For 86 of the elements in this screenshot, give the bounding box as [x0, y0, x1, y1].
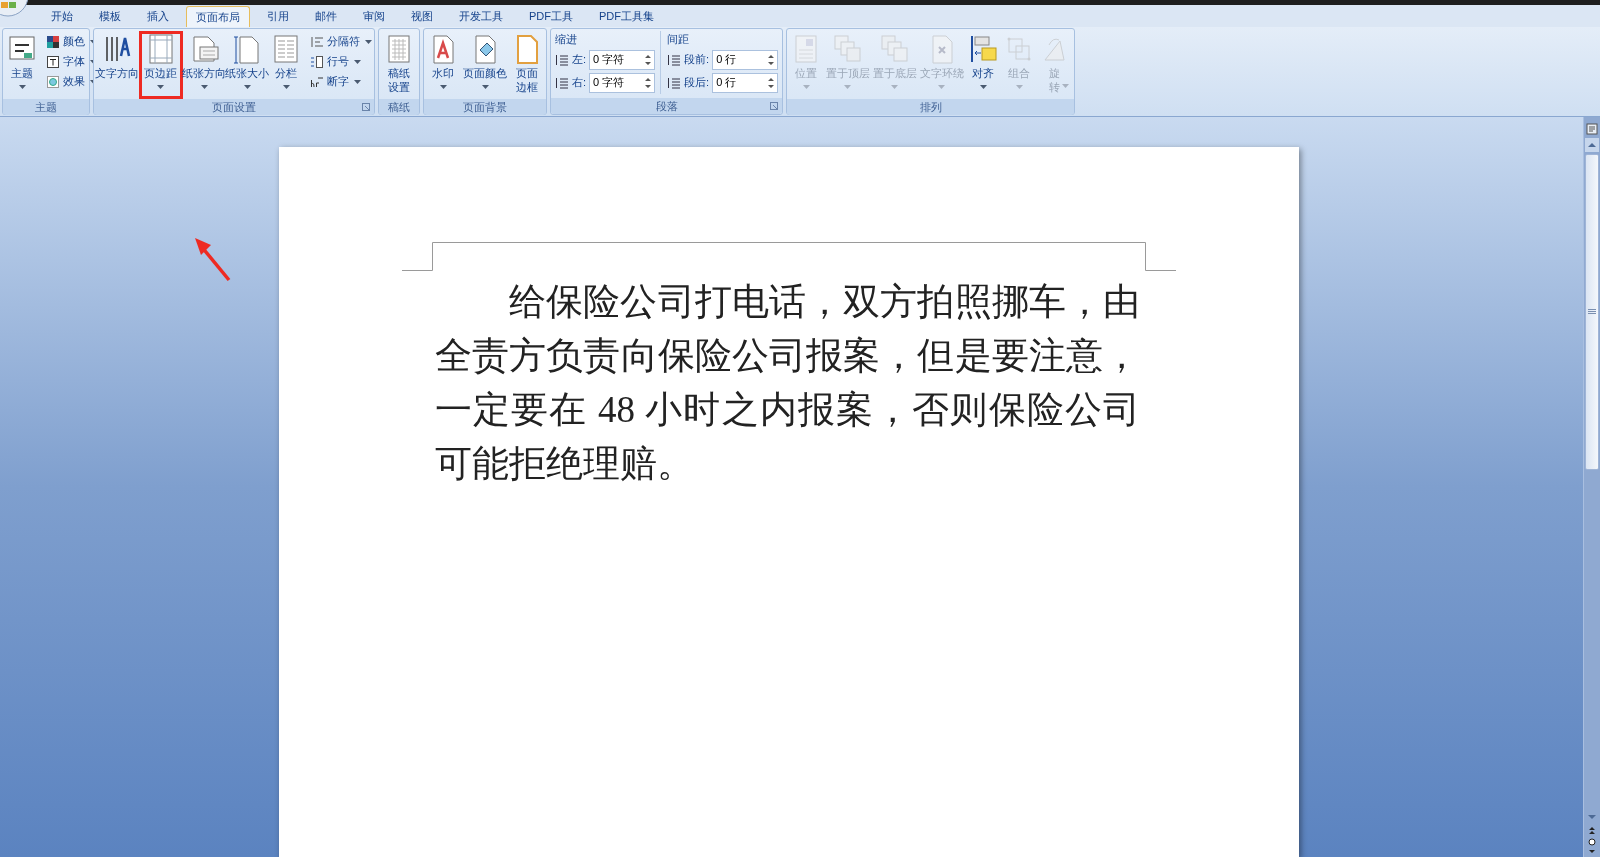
spinner-icon[interactable]	[644, 52, 653, 67]
field-label: 段后:	[684, 75, 710, 91]
caret-icon	[1015, 85, 1023, 89]
group-label: 页面设置	[212, 99, 256, 115]
caret-icon	[891, 85, 899, 89]
ribbon-button[interactable]: 页面边框	[509, 31, 544, 99]
section-label: 缩进	[555, 32, 578, 47]
hyphenation-icon	[310, 74, 324, 89]
spinner-icon[interactable]	[767, 52, 776, 67]
browse-object-icon[interactable]	[1585, 836, 1599, 848]
caret-icon	[354, 79, 361, 84]
ribbon-button[interactable]: 水印	[426, 31, 461, 99]
ribbon-button[interactable]: 稿纸设置	[381, 31, 417, 99]
spin-field[interactable]: 0 字符	[589, 72, 656, 93]
caret-icon	[365, 39, 372, 44]
ribbon-button[interactable]: 纸张大小	[226, 31, 268, 99]
group-label: 主题	[35, 99, 57, 115]
caret-icon	[439, 85, 447, 89]
indent-right-icon	[555, 76, 569, 89]
caret-icon	[1062, 84, 1069, 88]
ribbon-button[interactable]: 断字	[310, 72, 372, 91]
ribbon-tab[interactable]: 审阅	[353, 6, 395, 27]
spin-field[interactable]: 0 行	[712, 72, 779, 93]
caret-icon	[938, 85, 946, 89]
ribbon-tab[interactable]: 页面布局	[186, 6, 250, 27]
spacing-after-icon	[667, 76, 682, 89]
field-label: 段前:	[684, 52, 710, 68]
section-label: 间距	[667, 32, 691, 47]
field-label: 右:	[572, 75, 587, 91]
spinner-icon[interactable]	[767, 75, 776, 90]
effects-icon	[46, 74, 60, 89]
spinner-icon[interactable]	[644, 75, 653, 90]
ribbon-tab[interactable]: PDF工具	[519, 6, 583, 27]
ribbon-button[interactable]: 行号	[310, 52, 372, 71]
grip-icon	[1588, 309, 1596, 315]
caret-icon	[243, 85, 251, 89]
caret-icon	[354, 59, 361, 64]
group-label: 页面背景	[463, 99, 507, 115]
dialog-launcher-icon[interactable]	[770, 102, 778, 110]
ribbon-button[interactable]: 页边距	[138, 31, 183, 99]
ribbon-button[interactable]: 分隔符	[310, 32, 372, 51]
ribbon-tab[interactable]: 视图	[401, 6, 443, 27]
ruler-toggle-icon[interactable]	[1586, 123, 1598, 135]
caret-icon	[802, 85, 810, 89]
line-numbers-icon	[310, 54, 324, 69]
caret-icon	[18, 85, 26, 89]
ribbon-tab[interactable]: 插入	[137, 6, 179, 27]
fonts-icon	[46, 54, 60, 69]
ribbon-button[interactable]: 主题	[5, 31, 39, 99]
caret-icon	[481, 85, 489, 89]
spin-field[interactable]: 0 字符	[589, 49, 656, 70]
ribbon-tab[interactable]: 模板	[89, 6, 131, 27]
breaks-icon	[310, 34, 324, 49]
ribbon-tab[interactable]: PDF工具集	[589, 6, 664, 27]
paragraph-text: 给保险公司打电话，双方拍照挪车，由全责方负责向保险公司报案，但是要注意，一定要在 48 小时之内报案，否则保险公司可能拒绝理赔。	[435, 280, 1140, 486]
ribbon-button[interactable]: 文字方向	[96, 31, 138, 99]
scrollbar-thumb[interactable]	[1585, 154, 1599, 470]
colors-icon	[46, 34, 60, 49]
caret-icon	[979, 85, 987, 89]
columns-icon	[271, 34, 301, 64]
group-label: 稿纸	[388, 99, 410, 115]
caret-icon	[200, 85, 208, 89]
caret-icon	[157, 85, 165, 89]
caret-icon	[844, 85, 852, 89]
ribbon-button[interactable]: 对齐	[966, 31, 1001, 99]
bring-forward-icon	[832, 34, 863, 64]
group-label: 段落	[655, 98, 678, 114]
spacing-before-icon	[667, 53, 682, 66]
ribbon-tab[interactable]: 引用	[257, 6, 299, 27]
spin-field[interactable]: 0 行	[712, 49, 779, 70]
send-backward-icon	[879, 34, 910, 64]
ribbon-tab[interactable]: 开发工具	[449, 6, 513, 27]
ribbon-button[interactable]: 分栏	[269, 31, 303, 99]
pointer-arrow	[192, 236, 232, 282]
ribbon-tab[interactable]: 邮件	[305, 6, 347, 27]
vertical-scrollbar[interactable]	[1583, 117, 1600, 857]
scroll-up-icon[interactable]	[1585, 138, 1599, 152]
field-label: 左:	[572, 52, 587, 68]
group-label: 排列	[919, 99, 942, 115]
ribbon-button[interactable]: 页面颜色	[461, 31, 509, 99]
indent-left-icon	[555, 53, 569, 66]
dialog-launcher-icon[interactable]	[362, 103, 370, 111]
align-icon	[968, 34, 999, 64]
caret-icon	[282, 85, 290, 89]
ribbon-tab[interactable]: 开始	[41, 6, 83, 27]
ribbon-button[interactable]: 颜色	[46, 32, 97, 51]
